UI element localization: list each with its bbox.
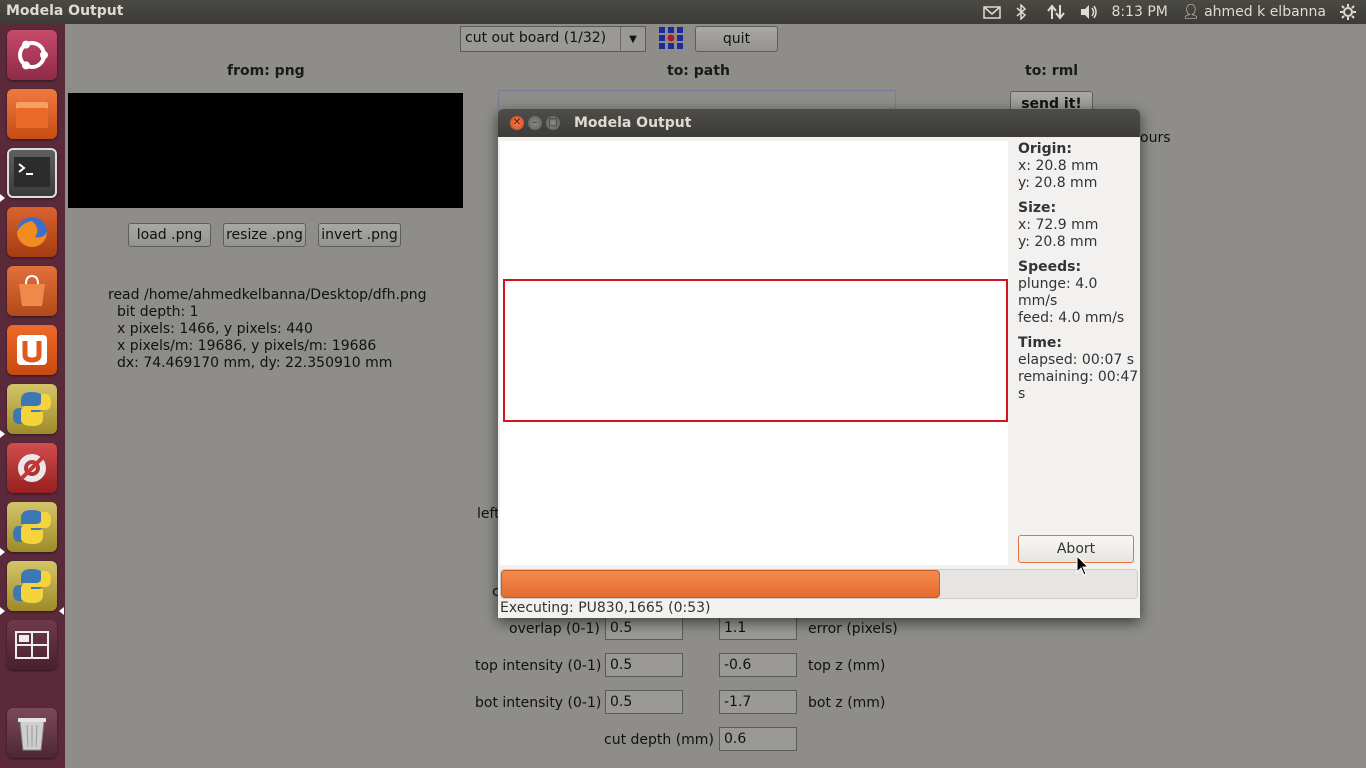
python-icon[interactable] [7,561,57,611]
terminal-icon[interactable] [7,148,57,198]
process-select[interactable]: cut out board (1/32) ▼ [460,26,646,52]
size-header: Size: [1018,200,1057,216]
cut-depth-input[interactable]: 0.6 [719,727,797,751]
user-icon: 👤︎ [1181,4,1200,20]
cut-depth-label: cut depth (mm) [604,732,714,748]
progress-fill [501,570,940,598]
top-intensity-label: top intensity (0-1) [475,658,602,674]
bot-z-input[interactable]: -1.7 [719,690,797,714]
active-app-title: Modela Output [6,3,124,19]
maximize-icon[interactable]: □ [546,116,560,130]
load-png-button[interactable]: load .png [128,223,211,247]
dialog-title: Modela Output [574,115,692,131]
user-menu[interactable]: 👤︎ ahmed k elbanna [1182,4,1326,20]
origin-group: Origin: x: 20.8 mm y: 20.8 mm [1018,141,1140,192]
origin-header: Origin: [1018,141,1072,157]
system-settings-icon[interactable] [7,443,57,493]
top-z-input[interactable]: -0.6 [719,653,797,677]
resize-png-button[interactable]: resize .png [223,223,306,247]
png-info: read /home/ahmedkelbanna/Desktop/dfh.png… [108,287,427,372]
workspace-switcher-icon[interactable] [7,620,57,670]
png-info-line: dx: 74.469170 mm, dy: 22.350910 mm [117,355,393,371]
chevron-down-icon: ▼ [620,27,645,51]
elapsed-time: elapsed: 00:07 s [1018,352,1135,368]
bot-intensity-input[interactable]: 0.5 [605,690,683,714]
minimize-icon[interactable]: – [528,116,542,130]
png-info-line: read /home/ahmedkelbanna/Desktop/dfh.png [108,287,427,303]
speeds-group: Speeds: plunge: 4.0 mm/s feed: 4.0 mm/s [1018,259,1140,327]
png-info-line: x pixels: 1466, y pixels: 440 [117,321,313,337]
user-name: ahmed k elbanna [1204,4,1326,20]
gear-icon[interactable] [1340,4,1358,20]
python-icon[interactable] [7,502,57,552]
close-icon[interactable]: ✕ [510,116,524,130]
ubuntu-one-icon[interactable] [7,325,57,375]
feed-speed: feed: 4.0 mm/s [1018,310,1125,326]
progress-bar [500,569,1138,599]
size-x: x: 72.9 mm [1018,217,1099,233]
png-preview [68,93,463,208]
mail-icon[interactable] [983,4,1002,20]
quit-button[interactable]: quit [695,26,778,52]
overlap-input[interactable]: 0.5 [605,616,683,640]
remaining-time: remaining: 00:47 s [1018,369,1139,402]
overlap-label: overlap (0-1) [509,621,600,637]
ubuntu-home-icon[interactable] [7,30,57,80]
origin-x: x: 20.8 mm [1018,158,1099,174]
modela-output-dialog: ✕ – □ Modela Output Origin: x: 20.8 mm y… [498,109,1140,618]
process-select-value: cut out board (1/32) [465,30,607,46]
bluetooth-icon[interactable] [1015,3,1033,21]
origin-y: y: 20.8 mm [1018,175,1098,191]
software-center-icon[interactable] [7,266,57,316]
png-info-line: bit depth: 1 [117,304,199,320]
dialog-titlebar[interactable]: ✕ – □ Modela Output [498,109,1140,137]
fab-logo-icon [658,26,684,50]
png-info-line: x pixels/m: 19686, y pixels/m: 19686 [117,338,377,354]
speeds-header: Speeds: [1018,259,1082,275]
toolpath-outline [503,279,1008,422]
partial-label: left [477,506,500,522]
time-header: Time: [1018,335,1063,351]
status-text: Executing: PU830,1665 (0:53) [500,600,711,616]
system-tray: 8:13 PM 👤︎ ahmed k elbanna [983,0,1366,24]
error-input[interactable]: 1.1 [719,616,797,640]
plunge-speed: plunge: 4.0 mm/s [1018,276,1098,309]
firefox-icon[interactable] [7,207,57,257]
top-z-label: top z (mm) [808,658,886,674]
size-y: y: 20.8 mm [1018,234,1098,250]
files-icon[interactable] [7,89,57,139]
trash-icon[interactable] [7,708,57,758]
time-estimate-fragment: ours [1140,130,1171,146]
volume-icon[interactable] [1079,4,1098,20]
bot-z-label: bot z (mm) [808,695,886,711]
to-path-header: to: path [667,63,730,79]
top-intensity-input[interactable]: 0.5 [605,653,683,677]
top-panel: Modela Output 8:13 PM 👤︎ ahmed k elbanna [0,0,1366,24]
time-group: Time: elapsed: 00:07 s remaining: 00:47 … [1018,335,1140,403]
to-rml-header: to: rml [1025,63,1079,79]
from-header: from: png [227,63,305,79]
clock[interactable]: 8:13 PM [1111,4,1167,20]
size-group: Size: x: 72.9 mm y: 20.8 mm [1018,200,1140,251]
error-label: error (pixels) [808,621,898,637]
job-info-panel: Origin: x: 20.8 mm y: 20.8 mm Size: x: 7… [1018,141,1140,411]
python-icon[interactable] [7,384,57,434]
bot-intensity-label: bot intensity (0-1) [475,695,602,711]
toolpath-canvas [500,141,1008,565]
launcher [0,24,66,768]
network-icon[interactable] [1047,4,1066,20]
invert-png-button[interactable]: invert .png [318,223,401,247]
